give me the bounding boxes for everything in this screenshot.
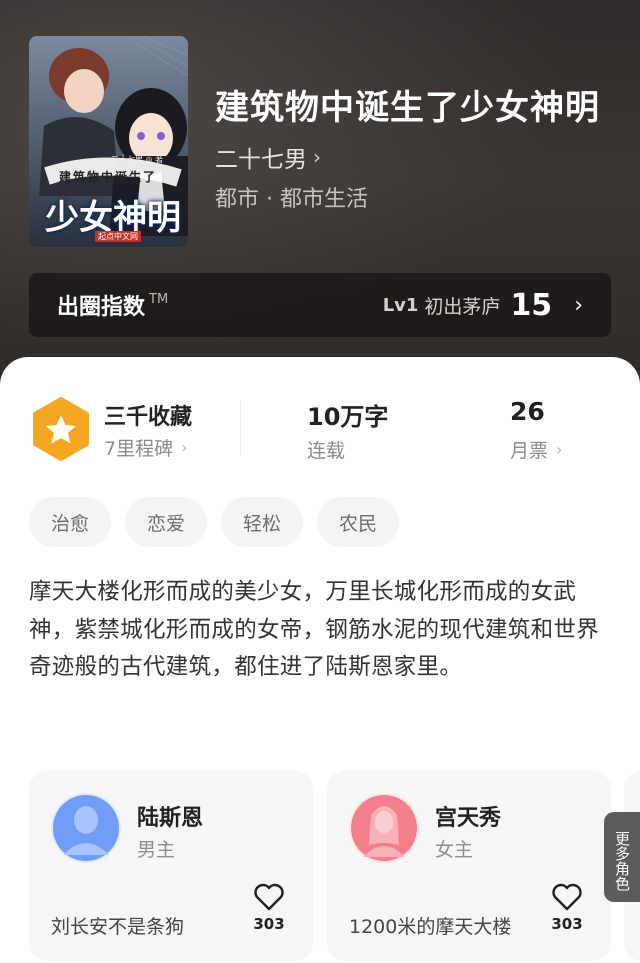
divider bbox=[240, 401, 241, 455]
book-cover[interactable]: 二十七男 ◎ 著 建筑物中诞生了 少女神明 起点中文网 bbox=[29, 36, 188, 247]
chevron-right-icon: › bbox=[313, 145, 321, 169]
monthly-ticket-count: 26 bbox=[510, 397, 545, 426]
index-level: Lv1 bbox=[382, 294, 419, 316]
chevron-right-icon: › bbox=[556, 440, 563, 459]
book-title: 建筑物中诞生了少女神明 bbox=[215, 88, 600, 128]
character-role: 男主 bbox=[137, 839, 176, 861]
tag-chip[interactable]: 轻松 bbox=[221, 497, 304, 547]
like-button[interactable]: 303 bbox=[547, 883, 587, 933]
tag-chip[interactable]: 农民 bbox=[317, 497, 400, 547]
author-name: 二十七男 bbox=[215, 147, 307, 173]
monthly-ticket-link[interactable]: 月票 › bbox=[510, 436, 562, 463]
male-silhouette-icon bbox=[51, 793, 121, 863]
female-silhouette-icon bbox=[349, 793, 419, 863]
index-title: 出圈指数 bbox=[57, 295, 146, 320]
index-score: 15 bbox=[510, 287, 553, 323]
book-genre: 都市 · 都市生活 bbox=[215, 187, 368, 212]
heart-icon bbox=[254, 883, 284, 911]
collection-count: 三千收藏 bbox=[104, 405, 193, 430]
star-badge-icon[interactable] bbox=[32, 397, 90, 461]
character-name: 陆斯恩 bbox=[137, 806, 204, 831]
chevron-right-icon: › bbox=[574, 292, 583, 318]
word-count: 10万字 bbox=[307, 403, 389, 431]
stats-row: 三千收藏 7里程碑 › 10万字 连载 26 月票 › bbox=[0, 395, 640, 475]
index-value-group: Lv1 初出茅庐 15 › bbox=[383, 288, 583, 323]
more-roles-button[interactable]: 更多角色 bbox=[604, 812, 640, 902]
character-role: 女主 bbox=[435, 839, 474, 861]
book-description[interactable]: 摩天大楼化形而成的美少女，万里长城化形而成的女武神，紫禁城化形而成的女帝，钢筋水… bbox=[29, 574, 611, 687]
cover-subtitle: 建筑物中诞生了 bbox=[59, 170, 158, 184]
trademark-mark: TM bbox=[149, 291, 169, 307]
character-desc: 刘长安不是条狗 bbox=[51, 916, 185, 938]
milestone-link[interactable]: 7里程碑 › bbox=[104, 434, 188, 461]
tag-chip[interactable]: 恋爱 bbox=[125, 497, 208, 547]
character-desc: 1200米的摩天大楼 bbox=[349, 916, 512, 938]
monthly-ticket-label: 月票 bbox=[510, 440, 549, 462]
serial-status: 连载 bbox=[307, 440, 346, 462]
popularity-index-bar[interactable]: 出圈指数 TM Lv1 初出茅庐 15 › bbox=[29, 273, 611, 337]
character-card[interactable]: 陆斯恩 男主 刘长安不是条狗 303 bbox=[29, 771, 313, 961]
heart-icon bbox=[552, 883, 582, 911]
like-count: 303 bbox=[551, 915, 583, 933]
cover-publisher: 起点中文网 bbox=[95, 231, 141, 242]
author-link[interactable]: 二十七男 › bbox=[215, 140, 321, 174]
like-button[interactable]: 303 bbox=[249, 883, 289, 933]
chevron-right-icon: › bbox=[181, 438, 188, 457]
like-count: 303 bbox=[253, 915, 285, 933]
tag-list: 治愈 恋爱 轻松 农民 bbox=[29, 497, 400, 547]
tag-chip[interactable]: 治愈 bbox=[29, 497, 112, 547]
character-name: 宫天秀 bbox=[435, 806, 502, 831]
cover-author-line: 二十七男 ◎ 著 bbox=[111, 155, 164, 164]
book-header: 二十七男 ◎ 著 建筑物中诞生了 少女神明 起点中文网 建筑物中诞生了少女神明 … bbox=[0, 0, 640, 400]
milestone-label: 7里程碑 bbox=[104, 438, 174, 460]
character-card[interactable]: 宫天秀 女主 1200米的摩天大楼 303 bbox=[327, 771, 611, 961]
index-stage: 初出茅庐 bbox=[424, 295, 501, 318]
